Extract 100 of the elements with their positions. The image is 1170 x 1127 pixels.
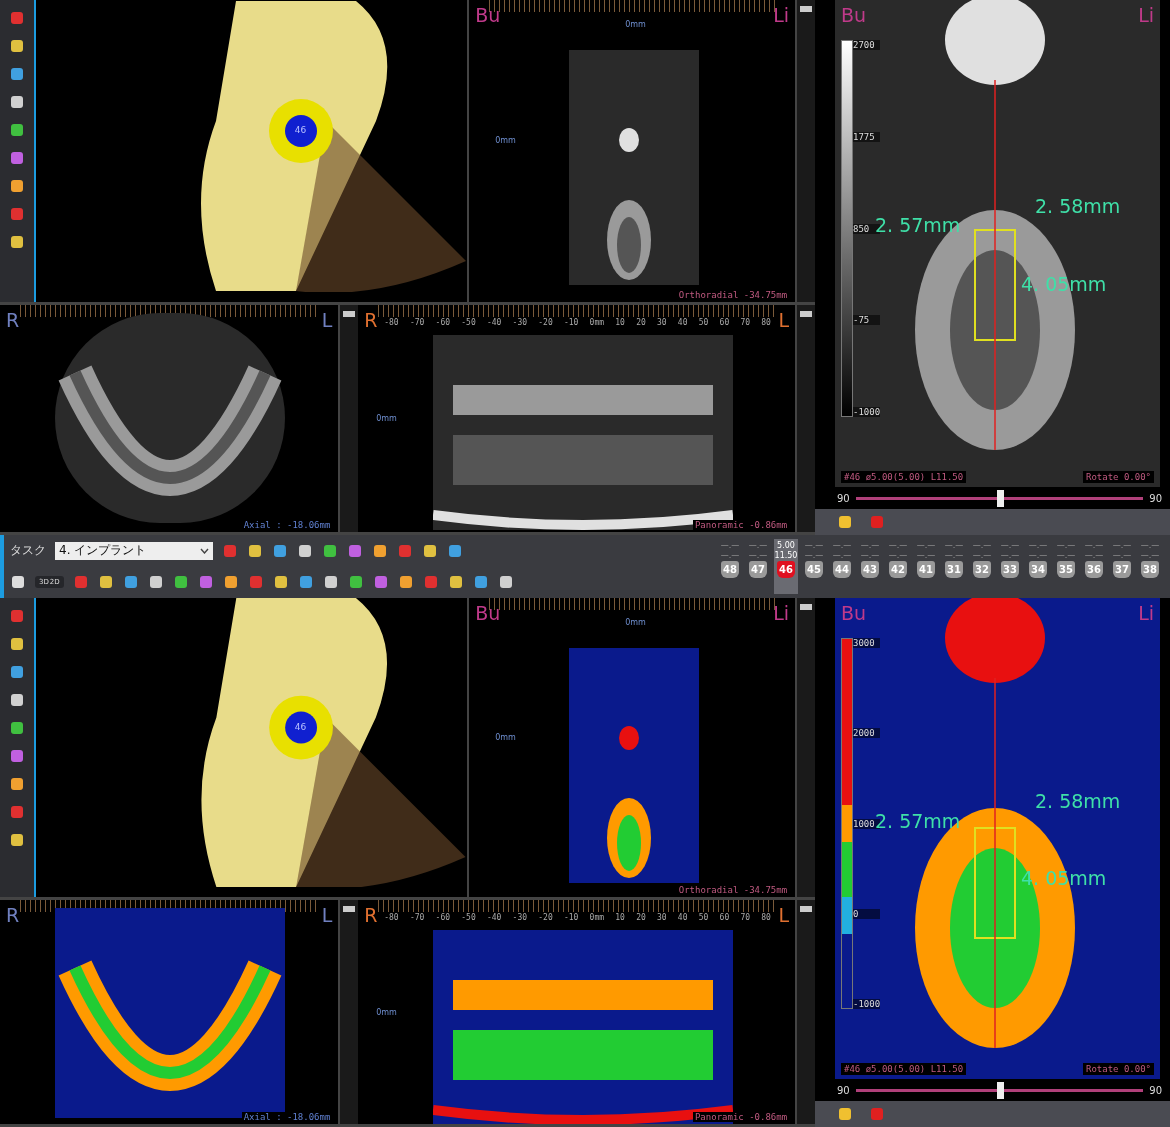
tooth-selector-item[interactable]: —.— —.— 43: [858, 539, 882, 594]
tool-icon[interactable]: [372, 542, 388, 559]
tool-icon[interactable]: [8, 832, 25, 848]
tooth-selector-item[interactable]: —.— —.— 38: [1138, 539, 1162, 594]
tooth-number-label: 31: [945, 561, 963, 578]
chevron-down-icon: [200, 547, 209, 554]
tool-icon[interactable]: [8, 636, 25, 652]
tool-icon[interactable]: [8, 122, 25, 138]
scroll-thumb[interactable]: [343, 311, 356, 317]
ruler-label: 70: [740, 318, 751, 327]
tool-icon[interactable]: [8, 720, 25, 736]
ruler-label: 40: [677, 913, 688, 922]
tool-icon[interactable]: [8, 178, 25, 194]
tool-icon[interactable]: [8, 234, 25, 250]
tool-icon[interactable]: [322, 573, 339, 590]
orientation-label: L: [778, 904, 790, 926]
implant-length-label: —.—: [1056, 551, 1076, 560]
scroll-thumb[interactable]: [800, 6, 813, 12]
slider-min-label: 90: [837, 492, 850, 504]
tooth-selector-item[interactable]: —.— —.— 42: [886, 539, 910, 594]
ruler-label: 30: [657, 913, 667, 922]
measurement-label: 2. 58mm: [1035, 790, 1121, 813]
tool-icon[interactable]: [347, 573, 364, 590]
tooth-number-label: 46: [294, 722, 307, 732]
tool-icon[interactable]: [10, 573, 26, 590]
tool-icon[interactable]: [447, 542, 463, 559]
tool-icon[interactable]: [8, 94, 25, 110]
ruler-label: -80: [384, 318, 399, 327]
tooth-selector-item[interactable]: —.— —.— 45: [802, 539, 826, 594]
tool-icon[interactable]: [422, 542, 438, 559]
ruler-label: 50: [698, 913, 709, 922]
implant-diameter-label: —.—: [1000, 541, 1020, 550]
implant-diameter-label: —.—: [972, 541, 992, 550]
implant-length-label: —.—: [916, 551, 936, 560]
tooth-selector-item[interactable]: —.— —.— 47: [746, 539, 770, 594]
tool-icon[interactable]: [837, 1106, 853, 1122]
slice-position-label: Axial : -18.06mm: [241, 1112, 333, 1122]
tooth-selector-item[interactable]: —.— —.— 37: [1110, 539, 1134, 594]
tool-icon[interactable]: [472, 573, 489, 590]
tool-icon[interactable]: [297, 573, 314, 590]
tool-icon[interactable]: [147, 573, 164, 590]
tool-icon[interactable]: [272, 573, 289, 590]
tooth-selector-item[interactable]: —.— —.— 34: [1026, 539, 1050, 594]
tool-icon[interactable]: [837, 514, 853, 530]
slider-thumb[interactable]: [996, 489, 1004, 507]
ruler-label: 20: [636, 318, 646, 327]
ruler-mark: 0mm: [376, 1007, 397, 1017]
scroll-thumb[interactable]: [800, 906, 813, 912]
tool-icon[interactable]: [497, 573, 514, 590]
scroll-thumb[interactable]: [800, 604, 813, 610]
tool-icon[interactable]: [297, 542, 313, 559]
tool-icon[interactable]: [8, 150, 25, 166]
tool-icon[interactable]: [222, 573, 239, 590]
implant-length-label: —.—: [1028, 551, 1048, 560]
tool-icon[interactable]: [247, 542, 263, 559]
tool-icon[interactable]: [322, 542, 338, 559]
tool-icon[interactable]: [8, 664, 25, 680]
tooth-number-label: 46: [294, 125, 307, 135]
orientation-label: Bu: [841, 602, 867, 624]
orientation-label: R: [6, 904, 20, 926]
orientation-label: Bu: [475, 602, 501, 624]
tooth-number-label: 38: [1141, 561, 1159, 578]
tooth-selector-item[interactable]: —.— —.— 48: [718, 539, 742, 594]
scroll-thumb[interactable]: [800, 311, 813, 317]
tool-icon[interactable]: [447, 573, 464, 590]
tool-icon[interactable]: [122, 573, 139, 590]
orientation-label: R: [6, 309, 20, 331]
slider-max-label: 90: [1149, 492, 1162, 504]
tooth-selector-item[interactable]: —.— —.— 35: [1054, 539, 1078, 594]
tooth-selector-item[interactable]: —.— —.— 41: [914, 539, 938, 594]
scale-label: 2000: [853, 728, 881, 739]
tooth-selector-item[interactable]: —.— —.— 44: [830, 539, 854, 594]
tool-icon[interactable]: [8, 692, 25, 708]
tooth-selector-item[interactable]: —.— —.— 36: [1082, 539, 1106, 594]
slider-thumb[interactable]: [996, 1081, 1004, 1099]
tool-icon[interactable]: [272, 542, 288, 559]
ruler-label: -80: [384, 913, 399, 922]
tooth-selector-item[interactable]: —.— —.— 31: [942, 539, 966, 594]
orientation-label: Bu: [475, 4, 501, 26]
tool-icon[interactable]: [8, 38, 25, 54]
slice-position-label: Axial : -18.06mm: [241, 520, 333, 530]
tooth-selector-item[interactable]: 5.00 11.50 46: [774, 539, 798, 594]
tool-icon[interactable]: [172, 573, 189, 590]
scale-label: -1000: [853, 999, 881, 1009]
ruler-label: -30: [512, 913, 528, 922]
tool-icon[interactable]: [97, 573, 114, 590]
tool-icon[interactable]: [397, 573, 414, 590]
tool-icon[interactable]: [8, 776, 25, 792]
scale-label: 1775: [853, 131, 881, 142]
scroll-thumb[interactable]: [343, 906, 356, 912]
task-dropdown[interactable]: 4. インプラント: [55, 541, 213, 560]
ruler-label: 0mm: [589, 913, 605, 922]
tooth-selector-item[interactable]: —.— —.— 33: [998, 539, 1022, 594]
tool-icon[interactable]: [8, 66, 25, 82]
tool-icon[interactable]: [8, 748, 25, 764]
orientation-label: Li: [1138, 602, 1154, 624]
tooth-selector-item[interactable]: —.— —.— 32: [970, 539, 994, 594]
implant-length-label: —.—: [1084, 551, 1104, 560]
ruler-mark: 0mm: [495, 135, 516, 145]
ruler-label: -10: [563, 913, 579, 922]
